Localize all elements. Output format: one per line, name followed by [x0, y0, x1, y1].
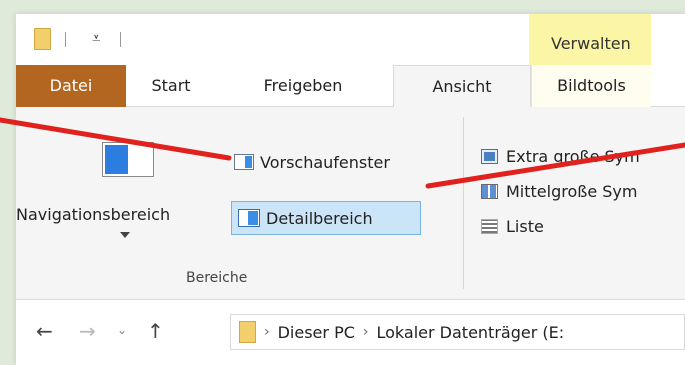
extra-large-icons-icon [481, 148, 498, 164]
ribbon-tabs: Datei Start Freigeben Ansicht Bildtools [16, 65, 685, 108]
layout-item-label: Extra große Sym [506, 146, 640, 166]
quick-access-separator [120, 32, 121, 47]
navigation-pane-icon[interactable] [102, 142, 154, 177]
back-arrow-icon[interactable]: ← [36, 319, 53, 343]
navigation-pane-button[interactable]: Navigationsbereich [16, 205, 170, 224]
explorer-window: ⩡ Verwalten Datei Start Freigeben Ansich… [16, 14, 685, 365]
up-arrow-icon[interactable]: ↑ [147, 319, 164, 343]
details-pane-button[interactable]: Detailbereich [231, 201, 421, 235]
tab-ansicht[interactable]: Ansicht [393, 65, 531, 108]
forward-arrow-icon[interactable]: → [79, 319, 96, 343]
quick-access-separator [65, 32, 66, 47]
group-divider [463, 117, 464, 289]
preview-pane-button[interactable]: Vorschaufenster [234, 147, 390, 177]
address-field[interactable]: › Dieser PC › Lokaler Datenträger (E: [230, 314, 685, 350]
details-pane-label: Detailbereich [266, 208, 373, 228]
tab-bildtools[interactable]: Bildtools [531, 65, 651, 107]
details-pane-icon [238, 209, 260, 227]
contextual-tab-group-verwalten: Verwalten [529, 14, 651, 65]
chevron-right-icon[interactable]: › [363, 324, 369, 340]
folder-icon[interactable] [34, 28, 51, 50]
tab-datei[interactable]: Datei [16, 65, 126, 107]
recent-locations-icon[interactable]: ⌄ [117, 323, 127, 337]
layout-extra-large-icons[interactable]: Extra große Sym [481, 141, 640, 171]
breadcrumb-lokaler-datentraeger[interactable]: Lokaler Datenträger (E: [377, 323, 565, 342]
preview-pane-label: Vorschaufenster [260, 152, 390, 172]
address-bar-row: ← → ⌄ ↑ › Dieser PC › Lokaler Datenträge… [16, 301, 685, 365]
layout-medium-icons[interactable]: Mittelgroße Sym [481, 176, 637, 206]
ribbon-panel: Navigationsbereich Vorschaufenster Detai… [16, 107, 685, 300]
layout-list[interactable]: Liste [481, 211, 544, 241]
layout-item-label: Liste [506, 216, 544, 236]
group-label-bereiche: Bereiche [186, 270, 248, 286]
medium-icons-icon [481, 183, 498, 199]
preview-pane-icon [234, 154, 254, 170]
chevron-down-icon[interactable] [120, 232, 130, 238]
title-bar: ⩡ Verwalten [16, 14, 685, 65]
chevron-right-icon[interactable]: › [264, 324, 270, 340]
layout-item-label: Mittelgroße Sym [506, 181, 638, 201]
breadcrumb-dieser-pc[interactable]: Dieser PC [278, 323, 355, 342]
tab-start[interactable]: Start [126, 65, 216, 107]
folder-icon [239, 321, 256, 343]
customize-quick-access-icon[interactable]: ⩡ [92, 28, 100, 48]
tab-freigeben[interactable]: Freigeben [216, 65, 390, 107]
list-icon [481, 218, 498, 234]
